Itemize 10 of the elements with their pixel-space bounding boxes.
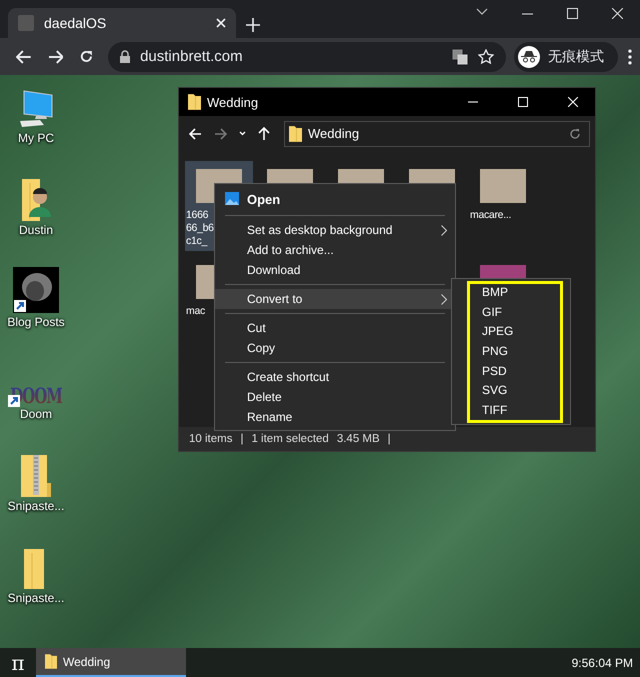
status-text: 10 items bbox=[189, 433, 232, 445]
file-name: macare... bbox=[469, 209, 512, 222]
status-text: 3.45 MB bbox=[336, 433, 380, 445]
status-text: 1 item selected bbox=[251, 433, 329, 445]
file-name: mac bbox=[185, 305, 205, 318]
window-title: Wedding bbox=[207, 94, 260, 110]
clock: 9:56:04 PM bbox=[572, 656, 634, 670]
status-text: | bbox=[240, 433, 244, 445]
status-text: | bbox=[388, 433, 391, 445]
file-name: 1666 66_b6 c1c_ bbox=[185, 209, 214, 248]
